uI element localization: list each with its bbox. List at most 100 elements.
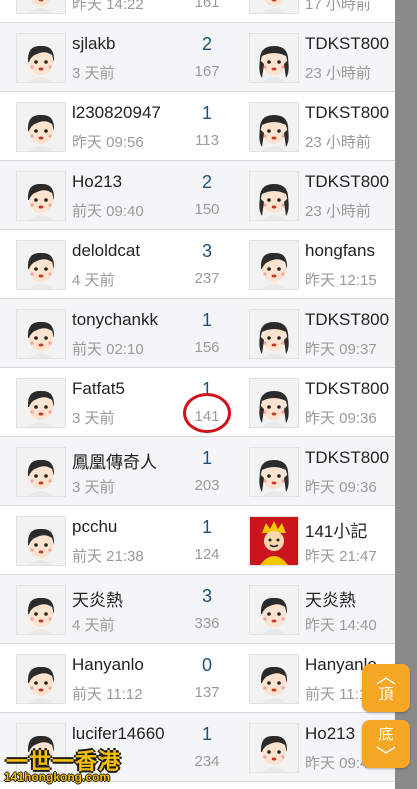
thread-row[interactable]: 昨天 14:22 161 17 小時前 [0,0,395,23]
reply-count: 1 [201,724,212,744]
view-count: 237 [194,270,220,287]
last-reply-time: 17 小時前 [305,0,371,13]
poster-avatar[interactable] [16,171,66,221]
last-reply-avatar[interactable] [249,447,299,497]
thread-row[interactable]: Hanyanlo 前天 11:12 0 137 Hanyanlo 前天 11:12 [0,644,395,713]
thread-row[interactable]: tonychankk 前天 02:10 1 156 TDKST800 昨天 09:37 [0,299,395,368]
poster-avatar[interactable] [16,0,66,14]
post-time: 昨天 09:56 [72,134,144,151]
last-reply-user[interactable]: hongfans [305,241,393,261]
chevron-up-icon: ︿ [376,666,396,688]
view-count: 150 [194,201,220,218]
last-reply-time: 昨天 09:36 [305,410,377,427]
reply-count: 0 [201,655,212,675]
last-reply-avatar[interactable] [249,33,299,83]
post-time: 3 天前 [72,479,115,496]
poster-avatar[interactable] [16,309,66,359]
last-reply-avatar[interactable] [249,171,299,221]
last-reply-time: 昨天 09:37 [305,341,377,358]
view-count: 113 [195,132,219,149]
poster-avatar[interactable] [16,33,66,83]
view-count: 167 [194,63,220,80]
last-reply-time: 昨天 09:36 [305,479,377,496]
last-reply-time: 昨天 09:4 [305,755,369,772]
reply-count: 3 [201,241,212,261]
poster-name[interactable]: l230820947 [72,103,172,123]
last-reply-avatar[interactable] [249,516,299,566]
poster-avatar[interactable] [16,516,66,566]
last-reply-avatar[interactable] [249,654,299,704]
last-reply-avatar[interactable] [249,585,299,635]
chevron-down-icon: ﹀ [376,746,396,768]
thread-row[interactable]: pcchu 前天 21:38 1 124 141小記昨天 21:47 [0,506,395,575]
site-watermark: 一世一香港 141hongkong.com [0,744,128,789]
last-reply-user[interactable]: 141小記 [305,517,393,542]
poster-avatar[interactable] [16,240,66,290]
reply-count: 2 [201,172,212,192]
last-reply-time: 23 小時前 [305,134,371,151]
post-time: 3 天前 [72,410,115,427]
poster-avatar[interactable] [16,378,66,428]
poster-name[interactable]: Fatfat5 [72,379,172,399]
last-reply-user[interactable]: TDKST800 [305,448,393,468]
poster-name[interactable]: sjlakb [72,34,172,54]
post-time: 3 天前 [72,65,115,82]
view-count: 161 [194,0,220,11]
back-to-top-label: 頂 [378,686,394,703]
go-to-bottom-button[interactable]: 底 ﹀ [362,720,410,768]
last-reply-user[interactable]: TDKST800 [305,310,393,330]
poster-avatar[interactable] [16,102,66,152]
back-to-top-button[interactable]: ︿ 頂 [362,664,410,712]
last-reply-avatar[interactable] [249,723,299,773]
thread-list: 昨天 14:22 161 17 小時前 sjlakb 3 天前 2 167 TDKST800 2… [0,0,395,782]
reply-count: 1 [201,103,212,123]
thread-row[interactable]: 天炎熱 4 天前 3 336 天炎熱 昨天 14:40 [0,575,395,644]
poster-name[interactable]: pcchu [72,517,172,537]
reply-count: 3 [201,586,212,606]
view-count: 203 [194,477,220,494]
thread-row[interactable]: deloldcat 4 天前 3 237 hongfans 昨天 12:15 [0,230,395,299]
reply-count: 1 [201,310,212,330]
reply-count: 2 [201,34,212,54]
last-reply-avatar[interactable] [249,309,299,359]
post-time: 前天 09:40 [72,203,144,220]
last-reply-time: 昨天 12:15 [305,272,377,289]
reply-count: 1 [201,448,212,468]
post-time: 前天 02:10 [72,341,144,358]
poster-name[interactable]: tonychankk [72,310,172,330]
poster-name[interactable]: deloldcat [72,241,172,261]
poster-avatar[interactable] [16,585,66,635]
post-time: 前天 11:12 [72,686,143,703]
thread-row[interactable]: Ho213 前天 09:40 2 150 TDKST800 23 小時前 [0,161,395,230]
last-reply-avatar[interactable] [249,240,299,290]
post-time: 昨天 14:22 [72,0,144,13]
last-reply-avatar[interactable] [249,0,299,14]
last-reply-time: 昨天 14:40 [305,617,377,634]
view-count: 156 [194,339,220,356]
view-count: 234 [194,753,220,770]
poster-name[interactable]: 鳳凰傳奇人 [72,448,172,473]
last-reply-time: 23 小時前 [305,203,371,220]
last-reply-time: 昨天 21:47 [305,548,377,565]
post-time: 4 天前 [72,272,115,289]
last-reply-avatar[interactable] [249,378,299,428]
last-reply-user[interactable]: 天炎熱 [305,586,393,611]
last-reply-user[interactable]: TDKST800 [305,172,393,192]
thread-row[interactable]: sjlakb 3 天前 2 167 TDKST800 23 小時前 [0,23,395,92]
last-reply-user[interactable]: TDKST800 [305,34,393,54]
poster-avatar[interactable] [16,654,66,704]
last-reply-user[interactable]: TDKST800 [305,103,393,123]
poster-name[interactable]: Ho213 [72,172,172,192]
poster-name[interactable]: Hanyanlo [72,655,172,675]
reply-count: 1 [201,517,212,537]
last-reply-avatar[interactable] [249,102,299,152]
poster-name[interactable]: lucifer14660 [72,724,172,744]
poster-name[interactable]: 天炎熱 [72,586,172,611]
view-count: 124 [194,546,220,563]
last-reply-user[interactable]: TDKST800 [305,379,393,399]
post-time: 前天 21:38 [72,548,144,565]
thread-row[interactable]: l230820947 昨天 09:56 1 113 TDKST800 23 小時前 [0,92,395,161]
poster-avatar[interactable] [16,447,66,497]
thread-row[interactable]: 鳳凰傳奇人 3 天前 1 203 TDKST800 昨天 09:36 [0,437,395,506]
view-count: 137 [194,684,220,701]
